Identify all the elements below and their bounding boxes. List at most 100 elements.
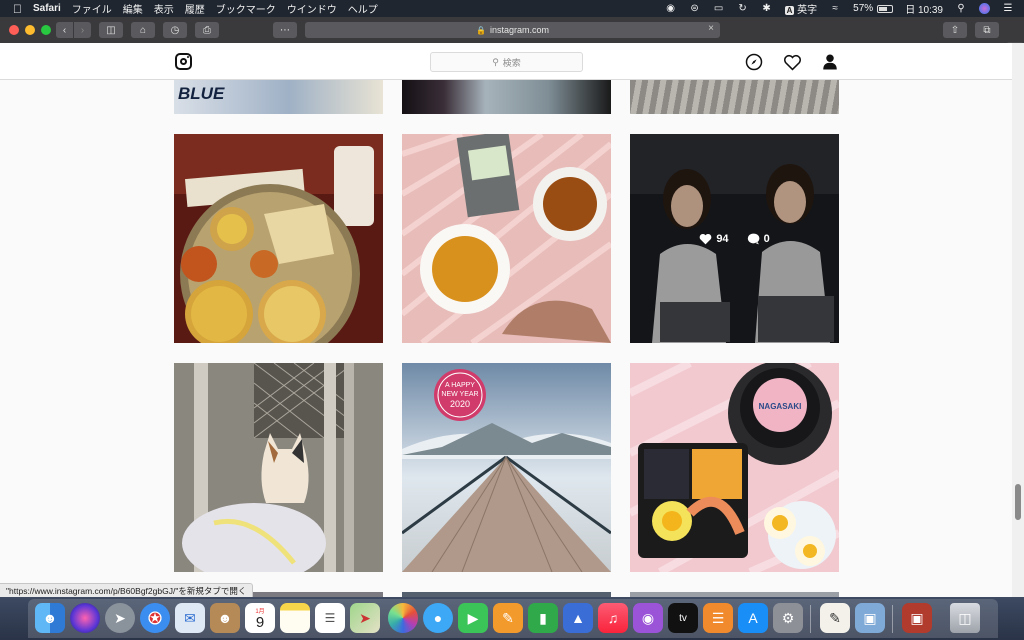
battery-icon xyxy=(877,4,894,13)
stop-loading-icon[interactable]: × xyxy=(708,23,714,34)
post-tile-tea[interactable] xyxy=(402,134,611,343)
post-tile-bento[interactable]: NAGASAKI xyxy=(630,363,839,572)
pages-icon[interactable]: ✎ xyxy=(493,603,523,633)
post-tile-partial-3[interactable] xyxy=(630,80,839,114)
menu-file[interactable]: ファイル xyxy=(72,1,112,16)
dock-separator xyxy=(810,605,811,633)
preview-icon[interactable]: ▣ xyxy=(855,603,885,633)
app-store-icon[interactable]: A xyxy=(738,603,768,633)
keynote-icon[interactable]: ▲ xyxy=(563,603,593,633)
post-tile-partial-2[interactable] xyxy=(402,80,611,114)
back-button[interactable]: ‹ xyxy=(56,22,73,38)
siri-icon[interactable] xyxy=(979,3,990,14)
calendar-icon[interactable]: 1月 9 xyxy=(245,603,275,633)
sidebar-button[interactable]: ◫ xyxy=(99,22,123,38)
minimize-window-button[interactable] xyxy=(25,25,35,35)
textedit-icon[interactable]: ✎ xyxy=(820,603,850,633)
top-sites-button[interactable]: ⋯ xyxy=(273,22,297,38)
window-controls xyxy=(9,25,51,35)
books-icon[interactable]: ☰ xyxy=(703,603,733,633)
control-list-icon[interactable]: ☰ xyxy=(1002,3,1014,15)
time-machine-icon[interactable]: ↻ xyxy=(737,3,749,15)
home-icon: ⌂ xyxy=(139,24,147,36)
post-tile-new-year[interactable]: A HAPPY NEW YEAR 2020 xyxy=(402,363,611,572)
battery-percent: 57% xyxy=(853,3,874,14)
activity-button[interactable] xyxy=(782,52,802,72)
podcasts-icon[interactable]: ◉ xyxy=(633,603,663,633)
bluetooth-icon[interactable]: ✱ xyxy=(761,3,773,15)
post-tile-curry[interactable] xyxy=(174,134,383,343)
status-bar-url: "https://www.instagram.com/p/B60Bgf2gbGJ… xyxy=(0,583,254,597)
post-tile-cat[interactable] xyxy=(174,363,383,572)
reminders-icon[interactable]: ☰ xyxy=(315,603,345,633)
input-source[interactable]: A 英字 xyxy=(784,1,817,16)
instagram-logo-icon[interactable] xyxy=(175,53,192,70)
lock-icon: 🔒 xyxy=(476,25,486,35)
profile-button[interactable] xyxy=(820,52,840,72)
print-button[interactable]: ⎙ xyxy=(195,22,219,38)
menu-edit[interactable]: 編集 xyxy=(123,1,143,16)
apple-icon[interactable]:  xyxy=(13,2,22,16)
system-preferences-icon[interactable]: ⚙ xyxy=(773,603,803,633)
launchpad-icon[interactable]: ➤ xyxy=(105,603,135,633)
new-year-line1: A HAPPY xyxy=(445,382,475,389)
menu-app-name[interactable]: Safari xyxy=(33,3,61,14)
new-year-line2: NEW YEAR xyxy=(441,391,478,398)
curry-photo xyxy=(174,134,383,343)
tabs-overview-button[interactable]: ⧉ xyxy=(975,22,999,38)
photos-icon[interactable] xyxy=(388,603,418,633)
trash-icon[interactable]: ◫ xyxy=(950,603,980,633)
notes-icon[interactable] xyxy=(280,603,310,633)
home-button[interactable]: ⌂ xyxy=(131,22,155,38)
comments-value: 0 xyxy=(763,232,770,245)
menu-help[interactable]: ヘルプ xyxy=(348,1,378,16)
numbers-icon[interactable]: ▮ xyxy=(528,603,558,633)
search-icon[interactable]: ⚲ xyxy=(955,3,967,15)
sync-icon[interactable]: ⊜ xyxy=(689,3,701,15)
tv-label: tv xyxy=(679,612,687,624)
status-circle-icon[interactable]: ◉ xyxy=(665,3,677,15)
contacts-icon[interactable]: ☻ xyxy=(210,603,240,633)
grid-icon: ⋯ xyxy=(280,24,290,36)
menu-window[interactable]: ウインドウ xyxy=(287,1,337,16)
wifi-icon[interactable]: ≈ xyxy=(829,3,841,15)
share-icon: ⇧ xyxy=(950,24,960,36)
tv-app-icon[interactable]: tv xyxy=(668,603,698,633)
forward-button[interactable]: › xyxy=(74,22,91,38)
siri-icon[interactable] xyxy=(70,603,100,633)
menu-history[interactable]: 履歴 xyxy=(185,1,205,16)
battery-status[interactable]: 57% xyxy=(853,3,894,14)
address-bar[interactable]: 🔒 instagram.com × xyxy=(305,22,720,38)
heart-outline-icon xyxy=(783,54,801,71)
chevron-right-icon: › xyxy=(80,24,85,36)
page-scrollbar[interactable] xyxy=(1012,43,1024,597)
compass-icon xyxy=(745,53,763,71)
post-tile-models[interactable]: 94 0 xyxy=(630,134,839,343)
finder-icon[interactable]: ☻ xyxy=(35,603,65,633)
clock-icon: ◷ xyxy=(170,24,180,36)
post-tile-partial-1[interactable]: BLUE xyxy=(174,80,383,114)
web-content: BLUE 94 0 A HAPPY NEW YEAR 2020 NAGASAKI… xyxy=(0,43,1024,597)
close-window-button[interactable] xyxy=(9,25,19,35)
zoom-window-button[interactable] xyxy=(41,25,51,35)
photo-booth-icon[interactable]: ▣ xyxy=(902,603,932,633)
clock[interactable]: 日 10:39 xyxy=(905,1,943,16)
heart-icon xyxy=(699,233,712,244)
scrollbar-thumb[interactable] xyxy=(1015,484,1021,520)
messages-icon[interactable]: ● xyxy=(423,603,453,633)
history-button[interactable]: ◷ xyxy=(163,22,187,38)
address-text: instagram.com xyxy=(489,25,549,35)
share-button[interactable]: ⇧ xyxy=(943,22,967,38)
facetime-icon[interactable]: ▶ xyxy=(458,603,488,633)
mail-icon[interactable]: ✉ xyxy=(175,603,205,633)
menu-view[interactable]: 表示 xyxy=(154,1,174,16)
menu-bookmarks[interactable]: ブックマーク xyxy=(216,1,276,16)
music-icon[interactable]: ♫ xyxy=(598,603,628,633)
tabs-icon: ⧉ xyxy=(983,24,991,36)
maps-icon[interactable]: ➤ xyxy=(350,603,380,633)
explore-button[interactable] xyxy=(744,52,764,72)
menu-bar:  Safari ファイル 編集 表示 履歴 ブックマーク ウインドウ ヘルプ … xyxy=(0,0,1024,17)
safari-icon[interactable]: ✪ xyxy=(140,603,170,633)
search-input[interactable]: ⚲ 検索 xyxy=(430,52,583,72)
airplay-icon[interactable]: ▭ xyxy=(713,3,725,15)
